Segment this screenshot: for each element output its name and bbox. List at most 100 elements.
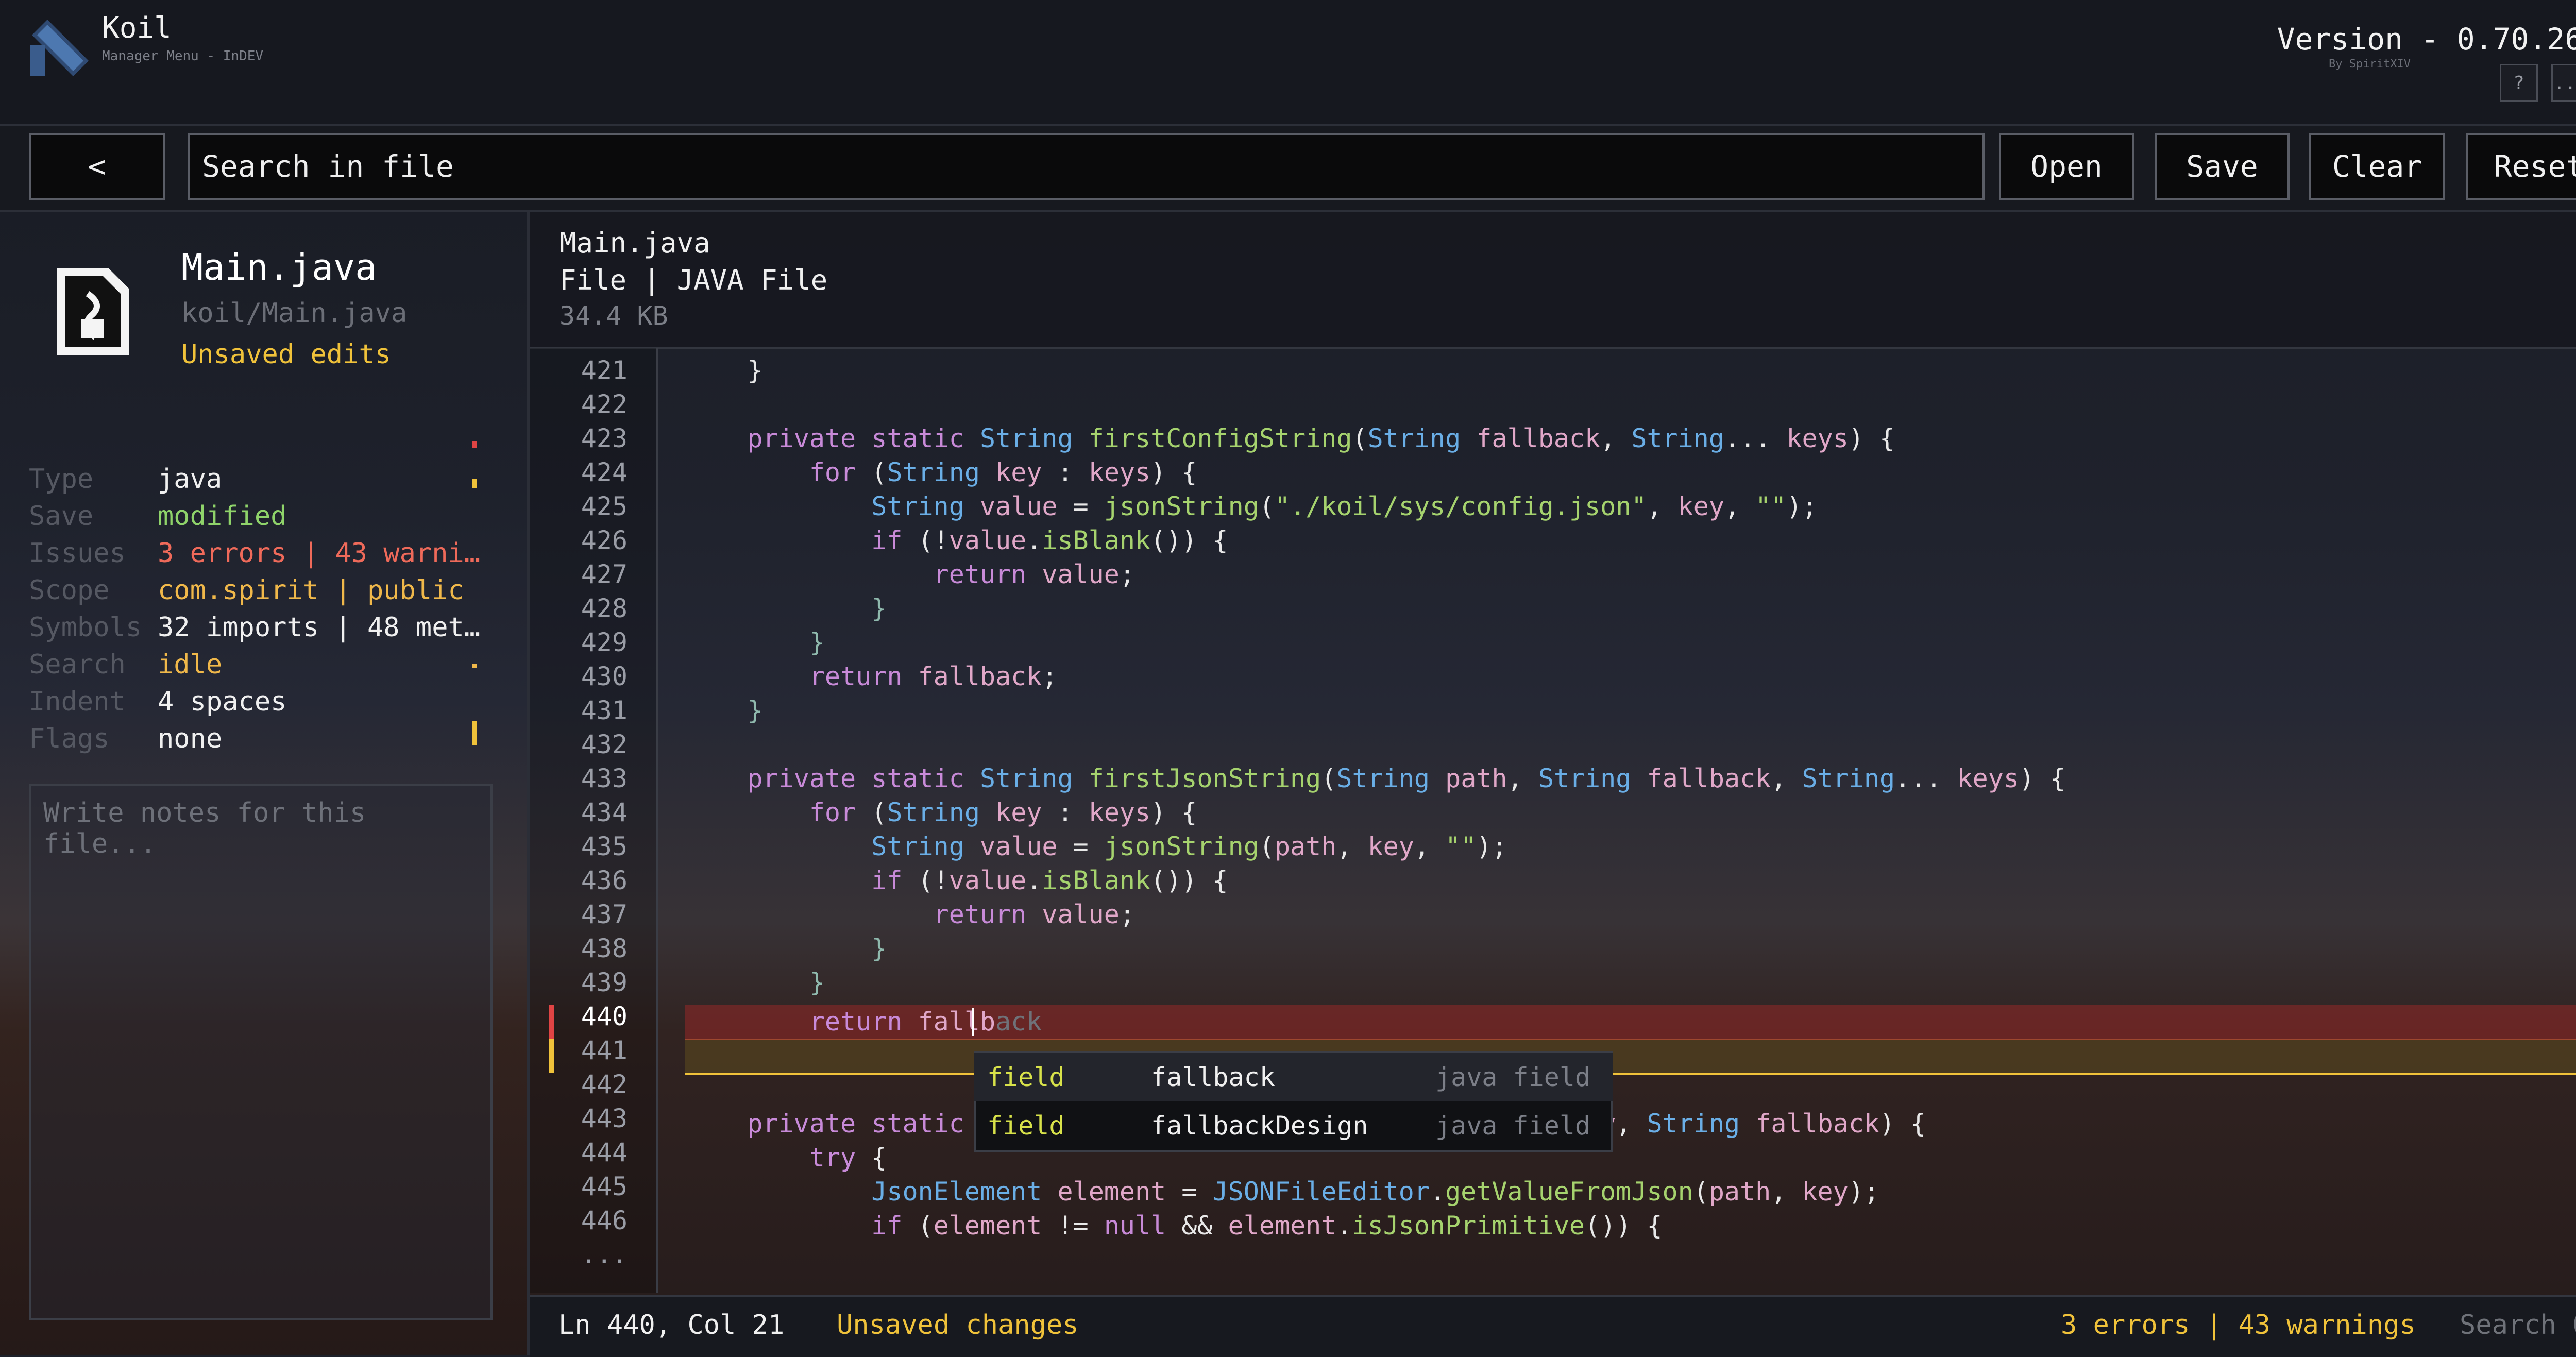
back-button[interactable]: < bbox=[29, 133, 165, 200]
editor-file-name: Main.java bbox=[560, 227, 710, 259]
code-line[interactable]: } bbox=[685, 625, 825, 659]
prop-value-save: modified bbox=[158, 501, 287, 532]
app-subtitle: Manager Menu - InDEV bbox=[102, 48, 264, 64]
prop-label-save: Save bbox=[29, 501, 94, 532]
line-number: 430 bbox=[581, 661, 628, 691]
line-number: 421 bbox=[581, 355, 628, 385]
editor-file-type: File | JAVA File bbox=[560, 264, 828, 296]
file-icon bbox=[57, 268, 129, 355]
line-number: 442 bbox=[581, 1070, 628, 1099]
prop-label-indent: Indent bbox=[29, 686, 126, 717]
code-line[interactable]: private static String firstJsonString(St… bbox=[685, 761, 2065, 795]
file-path: koil/Main.java bbox=[181, 298, 408, 329]
line-number: 424 bbox=[581, 457, 628, 487]
line-number: 446 bbox=[581, 1206, 628, 1235]
code-line[interactable]: } bbox=[685, 693, 762, 727]
issue-tick bbox=[472, 441, 477, 448]
prop-value-issues: 3 errors | 43 warni... bbox=[158, 538, 487, 569]
search-status: Search 0 bbox=[2460, 1310, 2576, 1341]
help-button[interactable]: ? bbox=[2500, 64, 2538, 102]
line-number: 432 bbox=[581, 730, 628, 759]
line-number: 427 bbox=[581, 559, 628, 589]
line-number: 440 bbox=[581, 1002, 628, 1031]
line-number: 429 bbox=[581, 627, 628, 657]
code-line[interactable]: } bbox=[685, 353, 762, 387]
author-label: By SpiritXIV bbox=[2329, 58, 2411, 71]
line-number: 444 bbox=[581, 1138, 628, 1167]
code-line[interactable]: } bbox=[685, 931, 887, 965]
version-label: Version - 0.70.26-ur bbox=[2277, 22, 2576, 57]
line-number: 428 bbox=[581, 593, 628, 623]
code-line[interactable]: for (String key : keys) { bbox=[685, 455, 1197, 489]
line-number: 436 bbox=[581, 866, 628, 895]
editor-file-size: 34.4 KB bbox=[560, 301, 668, 331]
autocomplete-kind: field bbox=[987, 1062, 1065, 1092]
line-number: 443 bbox=[581, 1104, 628, 1133]
line-number: 439 bbox=[581, 968, 628, 997]
issue-tick bbox=[472, 479, 477, 488]
autocomplete-detail: java field bbox=[1435, 1062, 1591, 1092]
autocomplete-name: fallbackDesign bbox=[1151, 1111, 1368, 1141]
text-caret bbox=[972, 1008, 974, 1036]
prop-label-issues: Issues bbox=[29, 538, 126, 569]
code-line[interactable]: try { bbox=[685, 1141, 887, 1175]
prop-label-type: Type bbox=[29, 464, 94, 495]
line-number: 431 bbox=[581, 696, 628, 725]
code-line[interactable]: if (element != null && element.isJsonPri… bbox=[685, 1209, 1662, 1243]
code-line[interactable]: String value = jsonString("./koil/sys/co… bbox=[685, 489, 1817, 523]
autocomplete-name: fallback bbox=[1151, 1062, 1275, 1092]
file-state: Unsaved edits bbox=[181, 339, 391, 370]
line-number: 423 bbox=[581, 423, 628, 453]
save-button[interactable]: Save bbox=[2155, 133, 2290, 200]
code-line[interactable]: } bbox=[685, 965, 825, 999]
prop-value-indent: 4 spaces bbox=[158, 686, 287, 717]
prop-label-flags: Flags bbox=[29, 723, 110, 754]
code-line[interactable]: } bbox=[685, 591, 887, 625]
clear-button[interactable]: Clear bbox=[2309, 133, 2445, 200]
issue-tick bbox=[472, 664, 477, 668]
line-number: 433 bbox=[581, 764, 628, 793]
line-number: ... bbox=[581, 1240, 628, 1269]
code-line[interactable]: private static String firstConfigString(… bbox=[685, 421, 1895, 455]
prop-label-scope: Scope bbox=[29, 575, 110, 606]
issue-tick bbox=[472, 721, 477, 745]
app-title: Koil bbox=[102, 11, 172, 45]
problems-status[interactable]: 3 errors | 43 warnings bbox=[2061, 1310, 2416, 1341]
title-bar bbox=[0, 0, 2576, 126]
code-line[interactable]: if (!value.isBlank()) { bbox=[685, 523, 1228, 557]
editor-header bbox=[530, 212, 2576, 349]
prop-value-symbols: 32 imports | 48 meth... bbox=[158, 612, 487, 643]
koil-logo-icon bbox=[30, 20, 89, 76]
prop-value-search: idle bbox=[158, 649, 223, 680]
code-line[interactable]: JsonElement element = JSONFileEditor.get… bbox=[685, 1175, 1879, 1209]
prop-value-flags: none bbox=[158, 723, 223, 754]
code-line[interactable]: return fallback; bbox=[685, 659, 1058, 693]
file-name: Main.java bbox=[181, 246, 377, 289]
prop-label-search: Search bbox=[29, 649, 126, 680]
autocomplete-detail: java field bbox=[1435, 1111, 1591, 1141]
search-input[interactable]: Search in file bbox=[188, 133, 1985, 200]
autocomplete-kind: field bbox=[987, 1111, 1065, 1141]
open-button[interactable]: Open bbox=[1999, 133, 2134, 200]
code-line-current[interactable]: return fallback bbox=[685, 1005, 1042, 1039]
line-number: 437 bbox=[581, 900, 628, 929]
line-number: 441 bbox=[581, 1036, 628, 1065]
warning-line-highlight bbox=[685, 1039, 2576, 1075]
code-line[interactable]: return value; bbox=[685, 897, 1135, 931]
cursor-position: Ln 440, Col 21 bbox=[558, 1310, 785, 1341]
line-number: 445 bbox=[581, 1172, 628, 1201]
code-line[interactable]: for (String key : keys) { bbox=[685, 795, 1197, 829]
code-line[interactable]: if (!value.isBlank()) { bbox=[685, 863, 1228, 897]
code-line[interactable]: String value = jsonString(path, key, "")… bbox=[685, 829, 1507, 863]
reset-button[interactable]: Reset bbox=[2466, 133, 2576, 200]
more-button[interactable]: ... bbox=[2551, 64, 2576, 102]
code-line[interactable]: return value; bbox=[685, 557, 1135, 591]
prop-value-type: java bbox=[158, 464, 223, 495]
line-number: 434 bbox=[581, 798, 628, 827]
line-number: 426 bbox=[581, 525, 628, 555]
notes-textarea[interactable]: Write notes for this file... bbox=[29, 784, 493, 1320]
line-number: 438 bbox=[581, 934, 628, 963]
prop-value-scope: com.spirit | public bbox=[158, 575, 464, 606]
line-number: 425 bbox=[581, 491, 628, 521]
prop-label-symbols: Symbols bbox=[29, 612, 142, 643]
